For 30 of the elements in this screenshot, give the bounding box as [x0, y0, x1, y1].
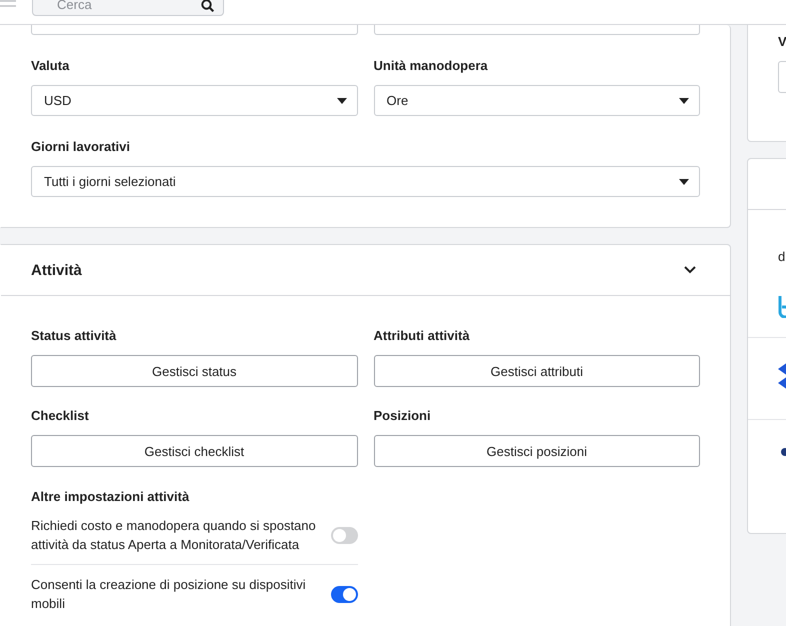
select-field[interactable]: USD: [31, 85, 358, 116]
card-text: di: [778, 248, 786, 266]
caret-icon: [679, 178, 689, 184]
manage-button[interactable]: Gestisci attributi: [374, 355, 700, 387]
card-title: Attività: [31, 262, 82, 278]
setting-text: Consenti la creazione di posizione su dispositivi mobili: [31, 576, 307, 613]
manage-button[interactable]: Gestisci status: [31, 355, 358, 387]
select-field[interactable]: Tutti i giorni selezionati: [31, 166, 700, 197]
search-icon[interactable]: [201, 0, 214, 12]
menu-icon[interactable]: [0, 0, 16, 10]
manage-button[interactable]: Gestisci posizioni: [374, 435, 700, 467]
caret-icon: [336, 98, 346, 104]
caret-icon: [679, 98, 689, 104]
setting-text: Richiedi costo e manodopera quando si spostano attività da status Aperta a Monitorata/Verificata: [31, 517, 317, 554]
select-field[interactable]: [374, 25, 700, 35]
field-label: Checklist: [31, 407, 90, 425]
field-label: Giorni lavorativi: [31, 138, 131, 156]
field-label: Valuta: [31, 57, 70, 75]
field-label: Unità manodopera: [374, 57, 489, 75]
select-field[interactable]: [31, 25, 358, 35]
manage-button[interactable]: Gestisci checklist: [31, 435, 358, 467]
select-field[interactable]: Ore: [374, 85, 700, 116]
field-label: Status attività: [31, 327, 118, 345]
field-label: Posizioni: [374, 407, 432, 425]
toggle-switch[interactable]: [331, 526, 358, 544]
toggle-switch[interactable]: [331, 586, 358, 602]
section-label: Altre impostazioni attività: [31, 488, 190, 506]
field-label: Attributi attività: [374, 327, 471, 345]
logo-icon: [778, 362, 786, 390]
chevron-icon[interactable]: [684, 266, 696, 274]
